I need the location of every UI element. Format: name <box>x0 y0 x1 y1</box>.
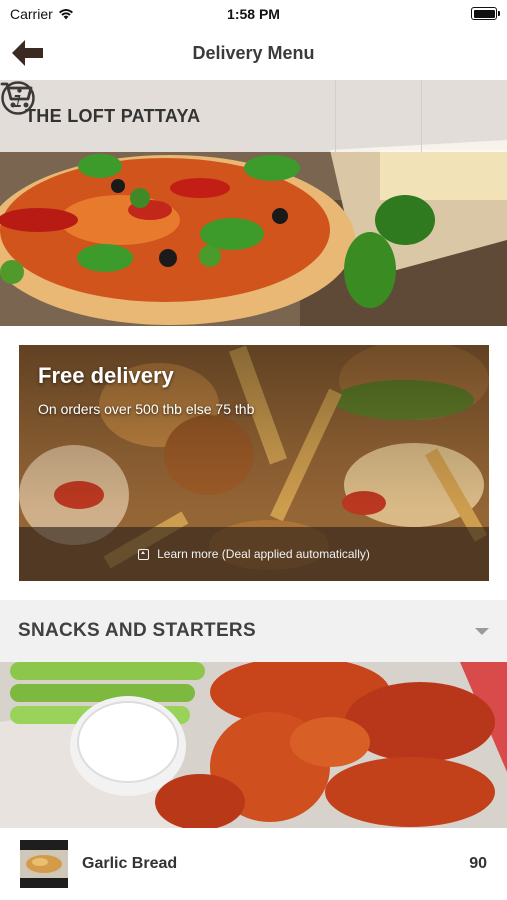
status-bar: Carrier 1:58 PM <box>0 0 507 28</box>
item-name: Garlic Bread <box>82 855 178 872</box>
item-price: 90 <box>469 855 487 872</box>
battery-icon <box>471 7 500 20</box>
cart-button[interactable] <box>0 80 507 152</box>
item-thumbnail <box>20 840 68 888</box>
chicken-wings-image <box>0 662 507 828</box>
restaurant-hero: THE LOFT PATTAYA <box>0 80 507 326</box>
free-delivery-promo[interactable]: Free delivery On orders over 500 thb els… <box>19 345 489 581</box>
category-header-snacks[interactable]: SNACKS AND STARTERS <box>0 600 507 662</box>
chevron-down-icon <box>475 627 489 635</box>
page-title: Delivery Menu <box>192 43 315 63</box>
menu-item[interactable]: Garlic Bread 90 <box>0 828 507 900</box>
cart-icon <box>0 82 33 108</box>
learn-more-link[interactable]: Learn more (Deal applied automatically) <box>19 527 489 581</box>
promo-title: Free delivery <box>38 363 174 388</box>
expand-up-icon <box>138 548 150 560</box>
promo-subtitle: On orders over 500 thb else 75 thb <box>38 401 255 417</box>
garlic-bread-image <box>20 840 68 888</box>
category-title: SNACKS AND STARTERS <box>18 620 256 641</box>
status-time: 1:58 PM <box>227 6 280 22</box>
category-image <box>0 662 507 828</box>
info-button[interactable] <box>1 80 421 152</box>
learn-more-label: Learn more (Deal applied automatically) <box>157 547 370 561</box>
restaurant-header: THE LOFT PATTAYA <box>0 80 507 152</box>
navigation-bar: Delivery Menu <box>0 28 507 80</box>
restaurant-name: THE LOFT PATTAYA <box>25 106 201 126</box>
